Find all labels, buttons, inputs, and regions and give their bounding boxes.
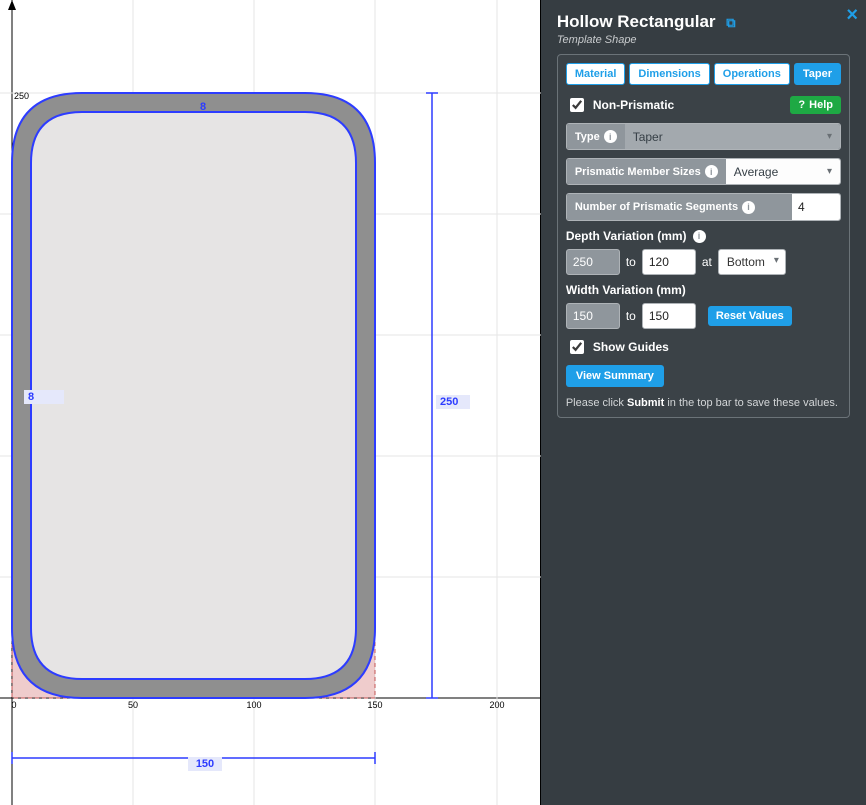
info-icon[interactable]: i xyxy=(604,130,617,143)
grid xyxy=(0,0,576,805)
non-prismatic-label: Non-Prismatic xyxy=(593,98,674,112)
guide-thk-top[interactable]: 8 xyxy=(195,100,211,114)
tab-operations[interactable]: Operations xyxy=(714,63,790,85)
guide-width[interactable]: 150 xyxy=(188,757,222,771)
show-guides-label: Show Guides xyxy=(593,340,669,354)
num-segments-input[interactable] xyxy=(792,194,840,220)
save-note: Please click Submit in the top bar to sa… xyxy=(566,397,841,409)
ytick: 200 xyxy=(14,212,29,222)
view-summary-button[interactable]: View Summary xyxy=(566,365,664,387)
ytick: 150 xyxy=(14,333,29,343)
to-word: to xyxy=(626,255,636,269)
type-label: Type xyxy=(575,131,600,143)
xtick: 200 xyxy=(489,700,504,710)
note-bold: Submit xyxy=(627,397,664,409)
reset-values-button[interactable]: Reset Values xyxy=(708,306,792,326)
width-to-input[interactable] xyxy=(642,303,696,329)
tab-taper[interactable]: Taper xyxy=(794,63,841,85)
help-button[interactable]: ? Help xyxy=(790,96,841,114)
member-sizes-value: Average xyxy=(734,165,778,179)
chevron-down-icon: ▾ xyxy=(774,255,779,266)
xtick: 0 xyxy=(11,700,16,710)
close-icon[interactable]: × xyxy=(846,4,858,27)
note-pre: Please click xyxy=(566,397,627,409)
ytick: 100 xyxy=(14,454,29,464)
guide-thk-left[interactable]: 8 xyxy=(24,390,64,404)
tab-material[interactable]: Material xyxy=(566,63,626,85)
info-icon[interactable]: i xyxy=(705,165,718,178)
depth-at-select[interactable]: Bottom ▾ xyxy=(718,249,786,275)
depth-at-value: Bottom xyxy=(727,255,765,269)
type-value: Taper xyxy=(633,130,663,144)
type-control[interactable]: Type i Taper ▾ xyxy=(566,123,841,150)
panel-title: Hollow Rectangular ⧉ xyxy=(557,12,850,32)
width-variation-label: Width Variation (mm) xyxy=(566,283,686,297)
member-sizes-control[interactable]: Prismatic Member Sizes i Average ▾ xyxy=(566,158,841,185)
width-from: 150 xyxy=(566,303,620,329)
tab-dimensions[interactable]: Dimensions xyxy=(629,63,709,85)
restore-icon[interactable]: ⧉ xyxy=(726,15,735,30)
panel-card: Material Dimensions Operations Taper Non… xyxy=(557,54,850,418)
depth-variation-label: Depth Variation (mm) xyxy=(566,229,687,243)
xtick: 150 xyxy=(367,700,382,710)
properties-panel: × Hollow Rectangular ⧉ Template Shape Ma… xyxy=(541,0,866,805)
xtick: 100 xyxy=(246,700,261,710)
at-word: at xyxy=(702,255,712,269)
depth-from: 250 xyxy=(566,249,620,275)
ytick: 250 xyxy=(14,91,29,101)
xtick: 50 xyxy=(128,700,138,710)
info-icon[interactable]: i xyxy=(742,201,755,214)
depth-to-input[interactable] xyxy=(642,249,696,275)
num-segments-control: Number of Prismatic Segments i xyxy=(566,193,841,221)
ytick: 50 xyxy=(14,575,24,585)
to-word: to xyxy=(626,309,636,323)
info-icon[interactable]: i xyxy=(693,230,706,243)
chevron-down-icon: ▾ xyxy=(827,131,832,142)
section-canvas: 0 50 100 150 200 50 100 150 200 250 250 … xyxy=(0,0,541,805)
panel-subtitle: Template Shape xyxy=(557,34,850,46)
help-label: Help xyxy=(809,99,833,111)
num-segments-label: Number of Prismatic Segments xyxy=(575,201,738,213)
member-sizes-label: Prismatic Member Sizes xyxy=(575,166,701,178)
tabs: Material Dimensions Operations Taper xyxy=(566,63,841,85)
help-icon: ? xyxy=(798,99,805,111)
show-guides-checkbox[interactable] xyxy=(570,340,584,354)
guide-height[interactable]: 250 xyxy=(436,395,470,409)
chevron-down-icon: ▾ xyxy=(827,166,832,177)
panel-title-text: Hollow Rectangular xyxy=(557,12,716,31)
note-post: in the top bar to save these values. xyxy=(664,397,838,409)
non-prismatic-checkbox[interactable] xyxy=(570,98,584,112)
